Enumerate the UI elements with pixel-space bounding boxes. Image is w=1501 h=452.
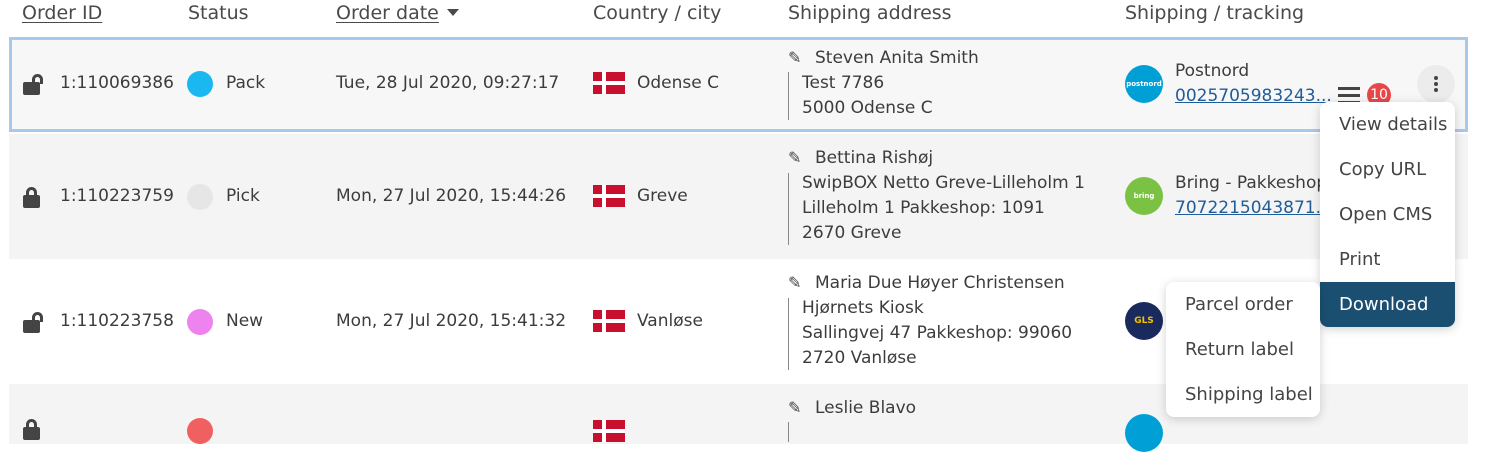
address-divider bbox=[788, 173, 789, 245]
postnord-logo-icon: postnord bbox=[1125, 65, 1163, 103]
city: Greve bbox=[637, 186, 688, 206]
column-country-city: Country / city bbox=[593, 2, 722, 24]
address-line: Steven Anita Smith bbox=[815, 48, 979, 68]
address-line: Lilleholm 1 Pakkeshop: 1091 bbox=[802, 198, 1045, 218]
order-date: Mon, 27 Jul 2020, 15:44:26 bbox=[336, 186, 567, 206]
column-shipping-address: Shipping address bbox=[788, 2, 952, 24]
table-row[interactable]: 1:110223759 Pick Mon, 27 Jul 2020, 15:44… bbox=[9, 134, 1468, 259]
column-order-date-label: Order date bbox=[336, 2, 439, 24]
column-shipping-tracking: Shipping / tracking bbox=[1125, 2, 1305, 24]
table-row[interactable]: 1:110069386 Pack Tue, 28 Jul 2020, 09:27… bbox=[9, 37, 1468, 132]
address-line: SwipBOX Netto Greve-Lilleholm 1 bbox=[802, 173, 1085, 193]
denmark-flag-icon bbox=[593, 72, 625, 94]
carrier-name: Postnord bbox=[1175, 61, 1250, 81]
carrier-name: Bring - Pakkeshop bbox=[1175, 173, 1328, 193]
menu-item-print[interactable]: Print bbox=[1320, 237, 1455, 282]
order-id: 1:110223758 bbox=[60, 311, 174, 331]
status-label: Pick bbox=[226, 186, 260, 206]
address-line: Maria Due Høyer Christensen bbox=[815, 273, 1065, 293]
address-divider bbox=[788, 72, 789, 120]
gls-logo-icon: GLS bbox=[1125, 302, 1163, 340]
order-date: Tue, 28 Jul 2020, 09:27:17 bbox=[336, 73, 560, 93]
status-label: Pack bbox=[226, 73, 266, 93]
address-line: Test 7786 bbox=[802, 73, 885, 93]
sort-desc-icon bbox=[446, 9, 459, 16]
unlocked-icon[interactable] bbox=[23, 311, 45, 333]
edit-pencil-icon[interactable]: ✎ bbox=[788, 398, 801, 417]
column-status: Status bbox=[188, 2, 249, 24]
menu-item-return-label[interactable]: Return label bbox=[1166, 327, 1320, 372]
carrier-logo-icon bbox=[1125, 414, 1163, 452]
address-line: Sallingvej 47 Pakkeshop: 99060 bbox=[802, 323, 1073, 343]
menu-item-view-details[interactable]: View details bbox=[1320, 102, 1455, 147]
address-divider bbox=[788, 422, 789, 442]
denmark-flag-icon bbox=[593, 310, 625, 332]
denmark-flag-icon bbox=[593, 185, 625, 207]
address-line: Leslie Blavo bbox=[815, 398, 917, 418]
status-dot bbox=[187, 184, 213, 210]
table-header: Order ID Status Order date Country / cit… bbox=[0, 0, 1501, 36]
tracking-link[interactable]: 7072215043871... bbox=[1175, 198, 1332, 218]
flag-icon bbox=[593, 420, 625, 442]
locked-icon[interactable] bbox=[23, 186, 45, 208]
status-dot bbox=[187, 71, 213, 97]
city: Vanløse bbox=[637, 311, 703, 331]
status-dot bbox=[187, 418, 213, 444]
address-line: 2670 Greve bbox=[802, 223, 902, 243]
menu-item-copy-url[interactable]: Copy URL bbox=[1320, 147, 1455, 192]
menu-item-download[interactable]: Download bbox=[1320, 282, 1455, 327]
menu-item-open-cms[interactable]: Open CMS bbox=[1320, 192, 1455, 237]
edit-pencil-icon[interactable]: ✎ bbox=[788, 148, 801, 167]
address-divider bbox=[788, 298, 789, 370]
order-id: 1:110069386 bbox=[60, 73, 174, 93]
column-order-date[interactable]: Order date bbox=[336, 2, 459, 24]
more-options-icon[interactable] bbox=[1417, 65, 1455, 103]
order-date: Mon, 27 Jul 2020, 15:41:32 bbox=[336, 311, 567, 331]
city: Odense C bbox=[637, 73, 719, 93]
menu-item-shipping-label[interactable]: Shipping label bbox=[1166, 372, 1320, 417]
bring-logo-icon: bring bbox=[1125, 177, 1163, 215]
order-id: 1:110223759 bbox=[60, 186, 174, 206]
row-actions-menu: View details Copy URL Open CMS Print Dow… bbox=[1320, 102, 1455, 327]
address-line: 2720 Vanløse bbox=[802, 348, 917, 368]
edit-pencil-icon[interactable]: ✎ bbox=[788, 273, 801, 292]
status-label: New bbox=[226, 311, 264, 331]
locked-icon[interactable] bbox=[23, 418, 45, 440]
status-dot bbox=[187, 309, 213, 335]
address-line: 5000 Odense C bbox=[802, 98, 933, 118]
download-submenu: Parcel order Return label Shipping label bbox=[1166, 282, 1320, 417]
unlocked-icon[interactable] bbox=[23, 73, 45, 95]
address-line: Hjørnets Kiosk bbox=[802, 298, 924, 318]
edit-pencil-icon[interactable]: ✎ bbox=[788, 48, 801, 67]
menu-item-parcel-order[interactable]: Parcel order bbox=[1166, 282, 1320, 327]
tracking-link[interactable]: 0025705983243... bbox=[1175, 86, 1332, 106]
column-order-id[interactable]: Order ID bbox=[22, 2, 102, 24]
address-line: Bettina Rishøj bbox=[815, 148, 934, 168]
